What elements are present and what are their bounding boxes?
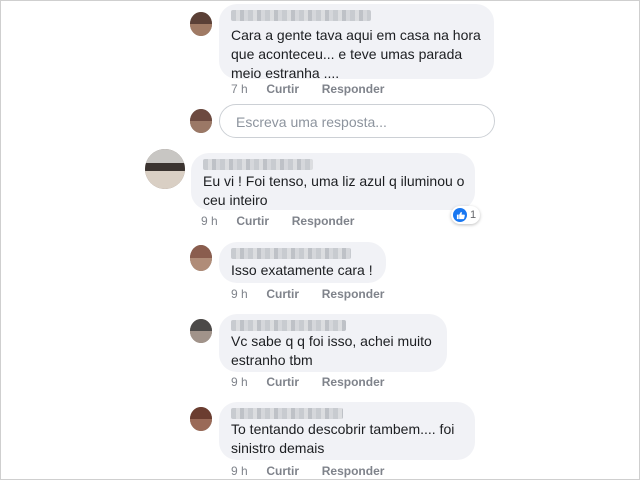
like-link[interactable]: Curtir [266,464,299,478]
comment-text: Eu vi ! Foi tenso, uma liz azul q ilumin… [203,173,465,208]
comment-bubble: Cara a gente tava aqui em casa na hora q… [219,4,494,81]
like-icon [453,208,467,222]
comment-time[interactable]: 9 h [231,287,248,301]
comment-bubble: To tentando descobrir tambem.... foi sin… [219,402,475,460]
author-name-blurred[interactable] [231,320,346,331]
comment-meta: 9 h Curtir Responder [231,464,384,478]
reaction-count: 1 [470,209,477,221]
reply-link[interactable]: Responder [322,375,385,389]
avatar[interactable] [190,407,212,431]
avatar[interactable] [190,12,212,36]
comment-time[interactable]: 9 h [231,464,248,478]
author-name-blurred[interactable] [231,408,343,419]
comment-text: Isso exatamente cara ! [231,262,373,278]
like-link[interactable]: Curtir [266,287,299,301]
author-name-blurred[interactable] [231,10,371,21]
comment-bubble: Eu vi ! Foi tenso, uma liz azul q ilumin… [191,153,475,210]
comment-time[interactable]: 7 h [231,82,248,96]
comment-text: Cara a gente tava aqui em casa na hora q… [231,27,481,81]
comment-meta: 9 h Curtir Responder [201,214,354,228]
reply-link[interactable]: Responder [322,287,385,301]
comment-bubble: Vc sabe q q foi isso, achei muito estran… [219,314,447,372]
author-name-blurred[interactable] [203,159,313,170]
reply-input[interactable] [234,111,488,133]
author-name-blurred[interactable] [231,248,351,259]
like-link[interactable]: Curtir [266,375,299,389]
avatar[interactable] [190,245,212,271]
comment-meta: 9 h Curtir Responder [231,375,384,389]
reply-link[interactable]: Responder [292,214,355,228]
reply-link[interactable]: Responder [322,464,385,478]
avatar[interactable] [190,319,212,343]
avatar [190,109,212,133]
comment-meta: 9 h Curtir Responder [231,287,384,301]
reaction-badge[interactable]: 1 [451,206,481,224]
like-link[interactable]: Curtir [266,82,299,96]
like-link[interactable]: Curtir [236,214,269,228]
comment-time[interactable]: 9 h [231,375,248,389]
comment-bubble: Isso exatamente cara ! [219,242,386,283]
comment-text: Vc sabe q q foi isso, achei muito estran… [231,333,432,368]
reply-link[interactable]: Responder [322,82,385,96]
comment-meta: 7 h Curtir Responder [231,82,384,96]
comment-time[interactable]: 9 h [201,214,218,228]
avatar[interactable] [145,149,185,189]
reply-input-box[interactable] [219,104,495,138]
comment-text: To tentando descobrir tambem.... foi sin… [231,421,455,456]
comment-thread: Cara a gente tava aqui em casa na hora q… [0,0,640,480]
